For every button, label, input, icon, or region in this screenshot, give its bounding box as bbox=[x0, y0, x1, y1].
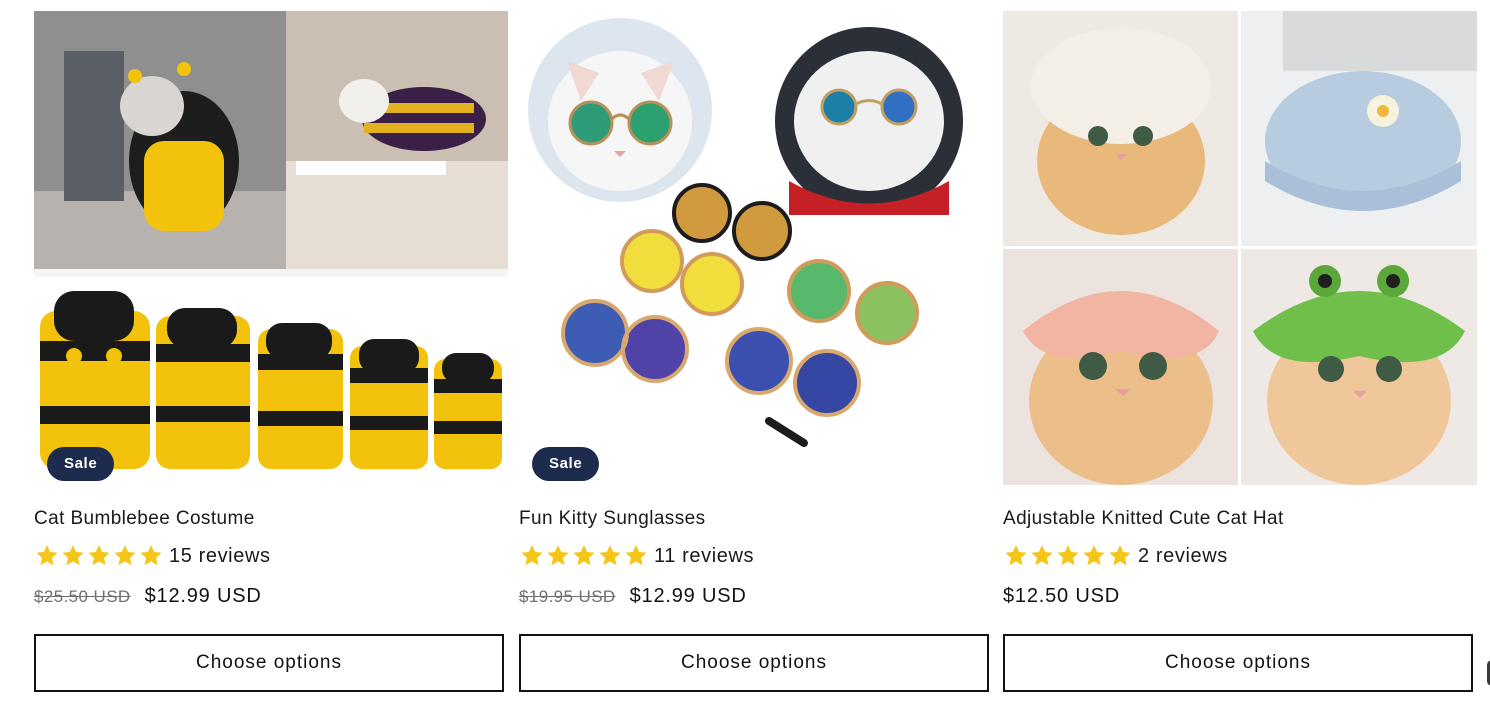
product-image[interactable] bbox=[1003, 11, 1477, 485]
star-icon bbox=[1107, 543, 1133, 569]
rating-stars bbox=[34, 543, 164, 569]
choose-options-button[interactable]: Choose options bbox=[34, 634, 504, 692]
star-icon bbox=[519, 543, 545, 569]
star-icon bbox=[1029, 543, 1055, 569]
star-icon bbox=[86, 543, 112, 569]
star-icon bbox=[571, 543, 597, 569]
sale-badge: Sale bbox=[47, 447, 115, 481]
product-rating: 2 reviews bbox=[1003, 543, 1228, 569]
product-title[interactable]: Adjustable Knitted Cute Cat Hat bbox=[1003, 508, 1284, 530]
rating-stars bbox=[1003, 543, 1133, 569]
bumblebee-costume-image bbox=[34, 11, 508, 485]
star-icon bbox=[1081, 543, 1107, 569]
choose-options-button[interactable]: Choose options bbox=[519, 634, 989, 692]
star-icon bbox=[623, 543, 649, 569]
product-price: $12.50 USD bbox=[1003, 585, 1120, 608]
product-image[interactable]: Sale bbox=[34, 11, 508, 485]
compare-at-price: $25.50 USD bbox=[34, 587, 131, 606]
product-price: $25.50 USD $12.99 USD bbox=[34, 585, 262, 608]
product-image[interactable]: Sale bbox=[519, 11, 993, 485]
star-icon bbox=[597, 543, 623, 569]
star-icon bbox=[545, 543, 571, 569]
sale-price: $12.99 USD bbox=[629, 585, 747, 607]
star-icon bbox=[1003, 543, 1029, 569]
product-price: $19.95 USD $12.99 USD bbox=[519, 585, 747, 608]
kitty-sunglasses-image bbox=[519, 11, 993, 485]
regular-price: $12.50 USD bbox=[1003, 585, 1120, 607]
review-count: 2 reviews bbox=[1138, 544, 1228, 567]
compare-at-price: $19.95 USD bbox=[519, 587, 616, 606]
product-card[interactable]: Sale Cat Bumblebee Costume 15 reviews $2… bbox=[34, 11, 508, 692]
product-rating: 11 reviews bbox=[519, 543, 754, 569]
sale-price: $12.99 USD bbox=[144, 585, 262, 607]
star-icon bbox=[34, 543, 60, 569]
product-rating: 15 reviews bbox=[34, 543, 271, 569]
sale-badge: Sale bbox=[532, 447, 600, 481]
product-title[interactable]: Fun Kitty Sunglasses bbox=[519, 508, 705, 530]
review-count: 11 reviews bbox=[654, 544, 755, 567]
star-icon bbox=[60, 543, 86, 569]
knitted-cat-hat-image bbox=[1003, 11, 1477, 485]
star-icon bbox=[1055, 543, 1081, 569]
product-card[interactable]: Sale Fun Kitty Sunglasses 11 reviews $19… bbox=[519, 11, 993, 692]
choose-options-button[interactable]: Choose options bbox=[1003, 634, 1473, 692]
rating-stars bbox=[519, 543, 649, 569]
star-icon bbox=[112, 543, 138, 569]
review-count: 15 reviews bbox=[169, 544, 271, 567]
product-card[interactable]: Adjustable Knitted Cute Cat Hat 2 review… bbox=[1003, 11, 1477, 692]
star-icon bbox=[138, 543, 164, 569]
product-title[interactable]: Cat Bumblebee Costume bbox=[34, 508, 255, 530]
